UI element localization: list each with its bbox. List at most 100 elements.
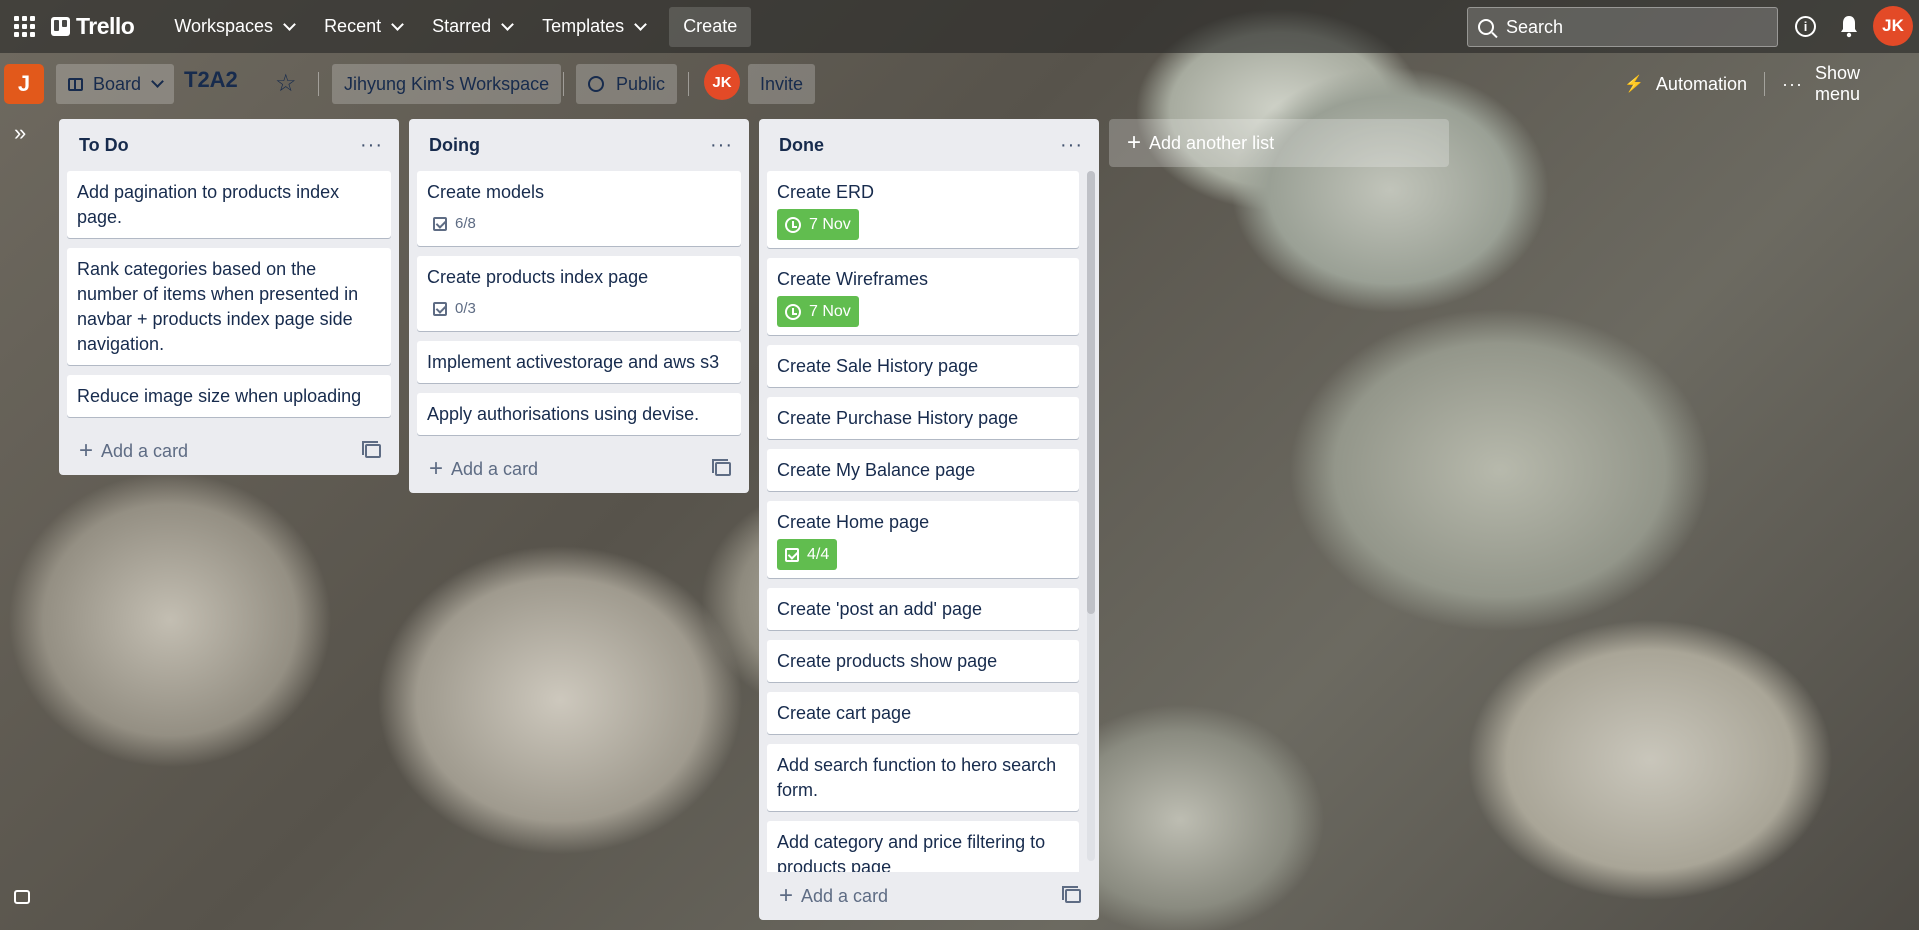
card[interactable]: Create 'post an add' page — [767, 588, 1079, 630]
card[interactable]: Create Sale History page — [767, 345, 1079, 387]
list-title[interactable]: To Do — [79, 135, 129, 156]
list-menu-icon[interactable]: ··· — [1060, 135, 1083, 155]
card[interactable]: Create products index page 0/3 — [417, 256, 741, 331]
card-title: Add category and price filtering to prod… — [777, 832, 1046, 872]
card-title: Create products index page — [427, 267, 649, 287]
card[interactable]: Apply authorisations using devise. — [417, 393, 741, 435]
card[interactable]: Reduce image size when uploading — [67, 375, 391, 417]
more-dots-icon: ··· — [1782, 73, 1803, 94]
list-title[interactable]: Done — [779, 135, 824, 156]
board-title[interactable]: T2A2 — [184, 67, 238, 93]
card[interactable]: Add search function to hero search form. — [767, 744, 1079, 811]
chevron-down-icon — [391, 17, 404, 31]
create-button[interactable]: Create — [669, 6, 752, 47]
list-scrollbar-thumb[interactable] — [1087, 171, 1095, 614]
card[interactable]: Create My Balance page — [767, 449, 1079, 491]
nav-templates[interactable]: Templates — [530, 9, 657, 45]
card[interactable]: Add category and price filtering to prod… — [767, 821, 1079, 872]
card[interactable]: Create Wireframes 7 Nov — [767, 258, 1079, 335]
card[interactable]: Implement activestorage and aws s3 — [417, 341, 741, 383]
card[interactable]: Create ERD 7 Nov — [767, 171, 1079, 248]
chevron-down-icon — [501, 17, 515, 31]
checklist-icon — [785, 547, 799, 562]
checklist-badge: 0/3 — [427, 294, 476, 323]
list-footer: + Add a card — [417, 445, 741, 493]
trello-logo[interactable]: Trello — [51, 13, 135, 40]
board-header: J Board T2A2 ☆ Jihyung Kim's Workspace P… — [0, 53, 1919, 115]
workspace-button[interactable]: Jihyung Kim's Workspace — [332, 64, 562, 104]
nav-workspaces[interactable]: Workspaces — [162, 9, 306, 45]
checklist-complete-badge: 4/4 — [777, 539, 838, 570]
board-view-switcher[interactable]: Board — [56, 64, 174, 104]
account-avatar[interactable]: JK — [1873, 6, 1913, 46]
visibility-button[interactable]: Public — [576, 64, 678, 104]
list-header: To Do ··· — [67, 119, 391, 171]
info-icon[interactable]: i — [1795, 16, 1816, 37]
card-title: Create My Balance page — [777, 460, 976, 480]
list-header: Done ··· — [767, 119, 1091, 171]
show-menu-button[interactable]: ··· Show menu — [1770, 63, 1919, 104]
due-date-badge[interactable]: 7 Nov — [777, 296, 859, 327]
list-doing: Doing ··· Create models 6/8 Create produ… — [409, 119, 749, 493]
star-icon[interactable]: ☆ — [275, 69, 297, 98]
automation-button[interactable]: ⚡ Automation — [1612, 64, 1759, 104]
checklist-icon — [433, 301, 447, 316]
notifications-bell-icon[interactable] — [1839, 14, 1859, 38]
app-switcher-icon[interactable] — [13, 16, 35, 38]
nav-workspaces-label: Workspaces — [174, 16, 274, 36]
card-title: Create Purchase History page — [777, 408, 1019, 428]
due-date-badge[interactable]: 7 Nov — [777, 209, 859, 240]
card-template-icon[interactable] — [362, 441, 381, 458]
list-menu-icon[interactable]: ··· — [710, 135, 733, 155]
card[interactable]: Create cart page — [767, 692, 1079, 734]
plus-icon: + — [79, 437, 94, 464]
card-template-icon[interactable] — [712, 459, 731, 476]
search-input[interactable] — [1504, 15, 1764, 39]
card[interactable]: Create models 6/8 — [417, 171, 741, 246]
header-divider — [1764, 72, 1765, 96]
card-title: Create Sale History page — [777, 356, 979, 376]
list-menu-icon[interactable]: ··· — [360, 135, 383, 155]
workspace-badge[interactable]: J — [4, 64, 44, 104]
card[interactable]: Rank categories based on the number of i… — [67, 248, 391, 365]
plus-icon: + — [779, 882, 794, 909]
clock-icon — [785, 303, 801, 320]
automation-bolt-icon: ⚡ — [1624, 76, 1644, 93]
list-footer: + Add a card — [67, 427, 391, 475]
board-view-label: Board — [92, 73, 142, 94]
plus-icon: + — [429, 455, 444, 482]
card-title: Create products show page — [777, 651, 998, 671]
list-title[interactable]: Doing — [429, 135, 480, 156]
header-divider — [318, 72, 319, 96]
list-footer: + Add a card — [767, 872, 1091, 920]
card-title: Create Wireframes — [777, 269, 929, 289]
due-date: 7 Nov — [809, 303, 851, 320]
card[interactable]: Add pagination to products index page. — [67, 171, 391, 238]
expand-sidebar-icon[interactable]: » — [14, 120, 26, 146]
add-card-button[interactable]: + Add a card — [79, 437, 189, 464]
add-card-label: Add a card — [451, 458, 539, 479]
chevron-down-icon — [283, 17, 296, 31]
card[interactable]: Create Purchase History page — [767, 397, 1079, 439]
checklist-count: 0/3 — [455, 300, 476, 317]
card-title: Create ERD — [777, 182, 875, 202]
list-header: Doing ··· — [417, 119, 741, 171]
add-list-button[interactable]: + Add another list — [1109, 119, 1449, 167]
card[interactable]: Create Home page 4/4 — [767, 501, 1079, 578]
card-template-icon[interactable] — [1062, 886, 1081, 903]
member-avatar[interactable]: JK — [704, 64, 740, 100]
card-title: Create cart page — [777, 703, 912, 723]
search-box[interactable] — [1467, 7, 1778, 47]
add-card-button[interactable]: + Add a card — [779, 882, 888, 909]
chevron-down-icon — [634, 17, 648, 31]
nav-recent-label: Recent — [324, 16, 382, 36]
add-card-label: Add a card — [101, 440, 189, 461]
card-title: Rank categories based on the number of i… — [77, 259, 359, 354]
nav-starred[interactable]: Starred — [420, 9, 524, 45]
checklist-count: 6/8 — [455, 215, 476, 232]
add-card-button[interactable]: + Add a card — [429, 455, 539, 482]
feedback-icon[interactable] — [14, 890, 30, 904]
invite-button[interactable]: Invite — [748, 64, 816, 104]
card[interactable]: Create products show page — [767, 640, 1079, 682]
nav-recent[interactable]: Recent — [312, 9, 414, 45]
